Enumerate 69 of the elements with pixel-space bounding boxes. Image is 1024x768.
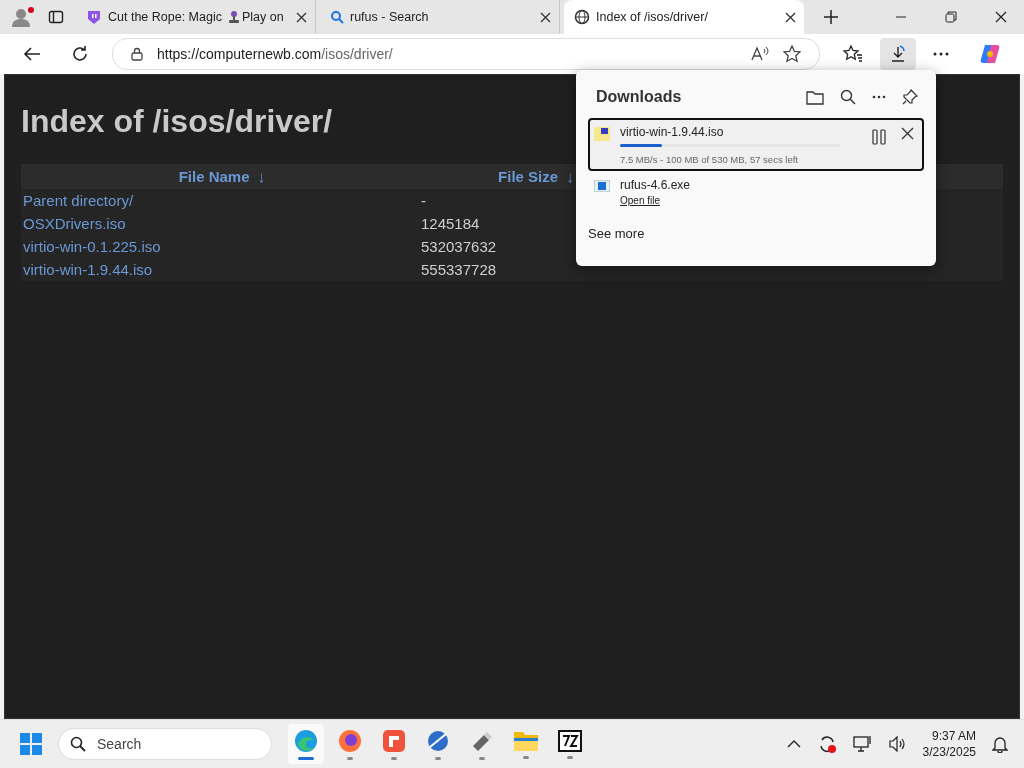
read-aloud-icon[interactable] [751,46,769,62]
open-file-link[interactable]: Open file [620,195,691,206]
close-icon[interactable] [540,11,551,23]
file-size: 555337728 [421,261,497,278]
pause-icon[interactable] [871,129,887,145]
shield-icon [86,9,102,25]
tile-app-icon [382,728,406,753]
file-name: virtio-win-1.9.44.iso [620,125,725,139]
globe-icon [574,9,590,25]
downloads-button[interactable] [880,38,916,70]
close-icon[interactable] [296,11,307,23]
browser-tab[interactable]: Index of /isos/driver/ [564,0,804,34]
network-icon[interactable] [852,735,873,753]
disc-file-icon [594,127,610,141]
address-bar[interactable]: https://computernewb.com/isos/driver/ [112,38,820,70]
volume-icon[interactable] [888,736,907,752]
column-header[interactable]: File Name ↓ [178,168,266,185]
search-icon [330,10,344,24]
new-tab-icon[interactable] [824,10,838,24]
close-icon[interactable] [901,127,914,140]
wave-logo-icon [294,728,318,753]
profile-icon[interactable] [10,6,36,28]
column-header[interactable]: File Size ↓ [498,168,574,185]
windows-start-icon[interactable] [20,733,42,755]
file-size: 532037632 [421,238,497,255]
back-icon[interactable] [23,46,41,62]
tab-title: Play on [241,10,284,24]
search-icon[interactable] [840,89,856,105]
favorites-icon[interactable] [843,45,863,63]
app-file-icon [594,180,610,192]
download-item[interactable]: rufus-4.6.exe Open file [588,171,924,212]
pin-icon[interactable] [902,89,918,105]
file-size: - [421,192,426,209]
more-icon[interactable] [872,95,886,99]
chevron-up-icon[interactable] [786,740,801,748]
download-status: 7.5 MB/s - 100 MB of 530 MB, 57 secs left [620,154,799,165]
panel-title: Downloads [596,88,682,106]
restore-icon[interactable] [945,11,957,23]
tab-actions-icon[interactable] [48,9,64,25]
copilot-icon[interactable] [979,43,1001,65]
folder-icon[interactable] [806,89,824,105]
file-name: rufus-4.6.exe [620,178,691,192]
file-link[interactable]: OSXDrivers.iso [23,215,126,232]
star-icon[interactable] [783,45,801,63]
download-icon [890,45,906,63]
download-item[interactable]: virtio-win-1.9.44.iso 7.5 MB/s - 100 MB of 530 MB, 57 secs left [588,118,924,171]
page-heading: Index of /isos/driver/ [21,103,333,140]
tab-title: Index of /isos/driver/ [596,10,708,24]
folder-icon [513,729,539,752]
file-link[interactable]: virtio-win-1.9.44.iso [23,261,153,278]
file-link[interactable]: virtio-win-0.1.225.iso [23,238,161,255]
clock-date[interactable]: 3/23/2025 [922,744,976,760]
joystick-icon [227,10,240,24]
more-icon[interactable] [933,52,949,56]
fox-logo-icon [338,728,362,753]
tab-title: rufus - Search [350,10,429,24]
file-size: 1245184 [421,215,480,232]
clock-time[interactable]: 9:37 AM [931,728,976,744]
close-icon[interactable] [995,11,1007,23]
see-more-link[interactable]: See more [588,226,645,241]
close-icon[interactable] [785,11,796,23]
refresh-icon[interactable] [71,45,89,63]
taskbar-search-field[interactable]: Search [58,728,272,760]
file-link[interactable]: Parent directory/ [23,192,134,209]
lock-icon [131,47,143,61]
archive-app-icon [558,729,582,752]
tab-title: Cut the Rope: Magic [108,10,222,24]
url-text: https://computernewb.com/isos/driver/ [157,46,393,62]
bell-icon[interactable] [992,735,1008,753]
